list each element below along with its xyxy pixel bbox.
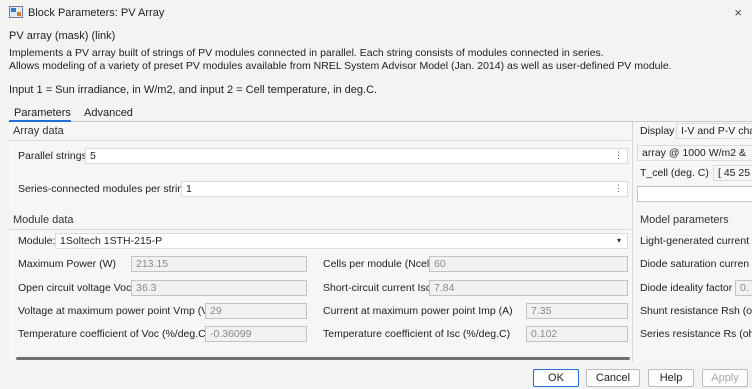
description-line-2: Allows modeling of a variety of preset P… [9,60,672,72]
module-select-value: 1Soltech 1STH-215-P [60,235,163,247]
tab-parameters[interactable]: Parameters [14,107,71,121]
temp-coef-voc-value: -0.36099 [210,328,252,340]
cells-per-module-field: 60 [429,256,628,272]
active-tab-indicator [9,120,71,122]
tab-advanced[interactable]: Advanced [84,107,133,121]
tcell-value: [ 45 25 [718,167,751,179]
model-parameters-title: Model parameters [640,214,729,226]
help-button[interactable]: Help [648,369,694,387]
isc-field: 7.84 [429,280,628,296]
display-array-field[interactable]: array @ 1000 W/m2 & [637,145,752,161]
max-power-field: 213.15 [131,256,307,272]
module-select[interactable]: 1Soltech 1STH-215-P ▾ [55,233,628,249]
parallel-strings-value: 5 [90,150,96,162]
array-data-divider [9,140,631,141]
voc-label: Open circuit voltage Voc (V) [18,282,149,294]
temp-coef-isc-field: 0.102 [526,326,628,342]
shunt-resistance-label: Shunt resistance Rsh (o [640,305,752,317]
parallel-strings-label: Parallel strings [18,150,87,162]
module-label: Module: [18,235,56,247]
max-power-label: Maximum Power (W) [18,258,117,270]
cells-per-module-label: Cells per module (Ncell) [323,258,436,270]
display-array-value: array @ 1000 W/m2 & [642,147,747,159]
display-select-value: I-V and P-V cha [681,125,752,137]
array-data-title: Array data [13,125,64,137]
diode-saturation-current-label: Diode saturation curren [640,258,750,270]
diode-ideality-factor-field: 0. [735,280,752,296]
cells-per-module-value: 60 [434,258,446,270]
chevron-down-icon: ▾ [616,236,621,245]
tabs-divider [9,121,752,122]
voc-value: 36.3 [136,282,157,294]
display-select[interactable]: I-V and P-V cha [676,123,752,139]
window-title: Block Parameters: PV Array [28,7,165,19]
vmp-label: Voltage at maximum power point Vmp (V) [18,305,212,317]
right-column-divider [632,122,633,362]
module-data-title: Module data [13,214,74,226]
description-line-1: Implements a PV array built of strings o… [9,47,604,59]
series-modules-value: 1 [186,183,192,195]
temp-coef-isc-value: 0.102 [531,328,558,340]
vmp-field: 29 [205,303,307,319]
diode-ideality-factor-value: 0. [740,282,749,294]
temp-coef-voc-field: -0.36099 [205,326,307,342]
temp-coef-voc-label: Temperature coefficient of Voc (%/deg.C) [18,328,210,340]
diode-ideality-factor-label: Diode ideality factor [640,282,733,294]
vmp-value: 29 [210,305,222,317]
ok-button[interactable]: OK [533,369,579,387]
horizontal-scrollbar[interactable] [16,357,630,360]
max-power-value: 213.15 [136,258,169,270]
kebab-menu-icon[interactable]: ⋮ [614,150,623,161]
series-modules-label: Series-connected modules per string [18,183,190,195]
display-label: Display [640,125,675,137]
kebab-menu-icon[interactable]: ⋮ [614,183,623,194]
simulink-block-icon [9,6,23,18]
tcell-field[interactable]: [ 45 25 [713,165,752,181]
imp-value: 7.35 [531,305,552,317]
cancel-button[interactable]: Cancel [586,369,640,387]
parallel-strings-field[interactable]: 5 ⋮ [85,148,628,164]
temp-coef-isc-label: Temperature coefficient of Isc (%/deg.C) [323,328,511,340]
module-data-divider [9,229,631,230]
tcell-label: T_cell (deg. C) [640,167,709,179]
imp-field: 7.35 [526,303,628,319]
isc-value: 7.84 [434,282,455,294]
block-name: PV array (mask) (link) [9,30,116,42]
apply-button[interactable]: Apply [702,369,748,387]
series-resistance-label: Series resistance Rs (oh [640,328,752,340]
inputs-note: Input 1 = Sun irradiance, in W/m2, and i… [9,84,378,96]
close-icon[interactable]: × [734,5,742,20]
series-modules-field[interactable]: 1 ⋮ [181,181,628,197]
display-extra-field[interactable] [637,186,752,202]
light-generated-current-label: Light-generated current [640,235,750,247]
imp-label: Current at maximum power point Imp (A) [323,305,513,317]
voc-field: 36.3 [131,280,307,296]
